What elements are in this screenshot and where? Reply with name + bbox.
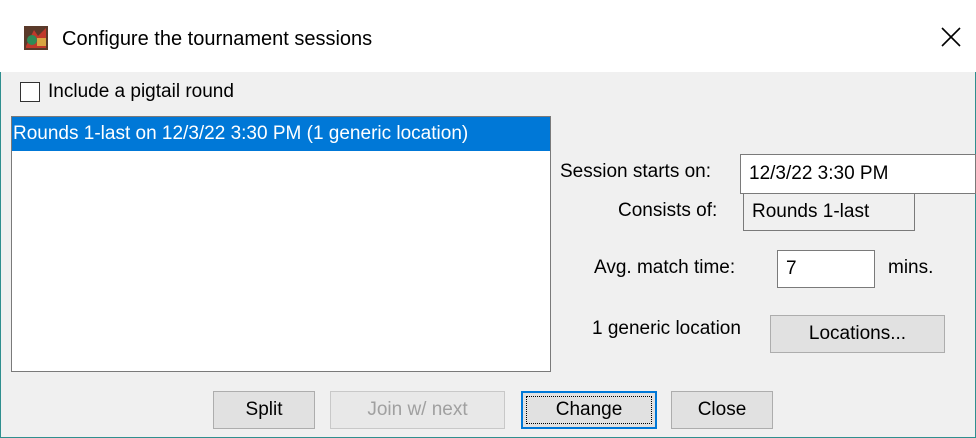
change-button[interactable]: Change	[521, 391, 657, 429]
locations-button[interactable]: Locations...	[770, 315, 945, 353]
tournament-app-icon	[24, 26, 48, 50]
pigtail-checkbox[interactable]	[20, 82, 40, 102]
change-button-label: Change	[555, 399, 623, 420]
consists-of-label: Consists of:	[618, 200, 718, 221]
avg-match-time-label: Avg. match time:	[594, 257, 736, 278]
pigtail-checkbox-label[interactable]: Include a pigtail round	[48, 81, 234, 103]
location-count-label: 1 generic location	[592, 318, 741, 339]
title-bar: Configure the tournament sessions	[0, 0, 976, 72]
close-icon[interactable]	[938, 24, 964, 50]
session-list[interactable]: Rounds 1-last on 12/3/22 3:30 PM (1 gene…	[11, 116, 551, 372]
avg-match-time-input[interactable]: 7	[777, 250, 875, 288]
window-title: Configure the tournament sessions	[62, 28, 373, 50]
session-starts-label: Session starts on:	[560, 161, 712, 182]
split-button[interactable]: Split	[213, 391, 315, 429]
session-start-field[interactable]: 12/3/22 3:30 PM	[740, 154, 976, 194]
consists-of-field: Rounds 1-last	[743, 193, 915, 231]
avg-match-time-unit: mins.	[888, 257, 934, 278]
close-button[interactable]: Close	[671, 391, 773, 429]
join-with-next-button[interactable]: Join w/ next	[330, 391, 505, 429]
list-item[interactable]: Rounds 1-last on 12/3/22 3:30 PM (1 gene…	[12, 117, 550, 151]
